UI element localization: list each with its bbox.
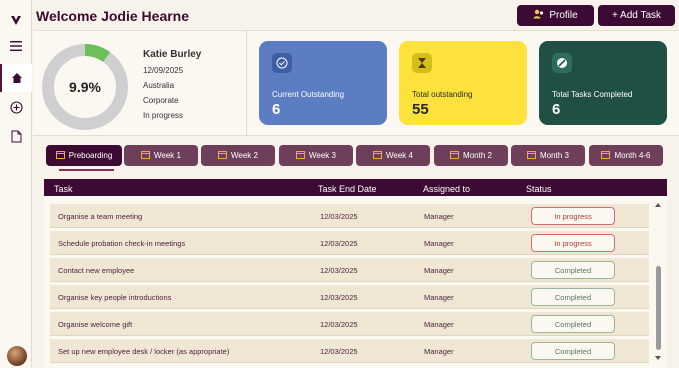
card-label: Current Outstanding	[272, 90, 345, 99]
task-table: Organise a team meeting 12/03/2025 Manag…	[44, 196, 667, 368]
tab-label: Month 2	[463, 151, 492, 160]
add-circle-icon[interactable]	[0, 93, 32, 121]
table-row[interactable]: Schedule probation check-in meetings 12/…	[50, 231, 649, 255]
column-header-status[interactable]: Status	[526, 184, 552, 194]
app-logo-icon[interactable]	[0, 6, 32, 34]
calendar-icon	[527, 150, 537, 161]
profile-button[interactable]: Profile	[517, 5, 594, 26]
status-badge: Completed	[531, 288, 615, 306]
scroll-down-arrow-icon[interactable]	[655, 356, 661, 360]
menu-icon[interactable]	[0, 32, 32, 60]
table-row[interactable]: Organise welcome gift 12/03/2025 Manager…	[50, 312, 649, 336]
task-assigned: Manager	[424, 320, 454, 329]
tab-label: Week 4	[386, 151, 413, 160]
tab-week-2[interactable]: Week 2	[201, 145, 275, 166]
calendar-icon	[296, 150, 305, 161]
page-title: Welcome Jodie Hearne	[36, 8, 190, 24]
card-value: 55	[412, 101, 429, 118]
tab-label: Week 3	[309, 151, 336, 160]
no-entry-icon	[552, 53, 572, 73]
task-name: Set up new employee desk / locker (as ap…	[58, 347, 230, 356]
table-row[interactable]: Set up new employee desk / locker (as ap…	[50, 339, 649, 363]
add-task-button-label: + Add Task	[611, 10, 662, 21]
calendar-icon	[141, 150, 150, 161]
scrollbar-thumb[interactable]	[656, 266, 661, 350]
tab-label: Week 1	[154, 151, 181, 160]
tab-month-2[interactable]: Month 2	[434, 145, 508, 166]
total-outstanding-card[interactable]: Total outstanding 55	[399, 41, 527, 125]
task-end-date: 12/03/2025	[320, 239, 358, 248]
task-name: Organise welcome gift	[58, 320, 133, 329]
task-name: Contact new employee	[58, 266, 135, 275]
card-label: Total outstanding	[412, 90, 473, 99]
column-header-end-date[interactable]: Task End Date	[318, 184, 377, 194]
employee-country: Australia	[143, 81, 175, 90]
card-value: 6	[552, 101, 561, 118]
current-outstanding-card[interactable]: Current Outstanding 6	[259, 41, 387, 125]
task-assigned: Manager	[424, 266, 454, 275]
status-badge: In progress	[531, 207, 615, 225]
employee-department: Corporate	[143, 96, 179, 105]
task-end-date: 12/03/2025	[320, 293, 358, 302]
tab-month-3[interactable]: Month 3	[511, 145, 585, 166]
check-circle-icon	[272, 53, 292, 73]
tab-week-1[interactable]: Week 1	[124, 145, 198, 166]
tab-label: Preboarding	[68, 151, 113, 160]
column-header-assigned[interactable]: Assigned to	[423, 184, 470, 194]
employee-date: 12/09/2025	[143, 66, 184, 75]
employee-name: Katie Burley	[143, 49, 202, 60]
table-row[interactable]: Organise a team meeting 12/03/2025 Manag…	[50, 204, 649, 228]
avatar[interactable]	[7, 346, 27, 366]
calendar-icon	[55, 150, 65, 161]
summary-divider	[246, 30, 247, 136]
progress-percent: 9.9%	[69, 79, 101, 95]
tab-label: Month 3	[540, 151, 569, 160]
task-end-date: 12/03/2025	[320, 266, 358, 275]
card-label: Total Tasks Completed	[552, 90, 633, 99]
user-icon	[533, 9, 544, 22]
column-header-task[interactable]: Task	[54, 184, 73, 194]
table-row[interactable]: Contact new employee 12/03/2025 Manager …	[50, 258, 649, 282]
active-tab-underline	[59, 169, 114, 171]
status-badge: Completed	[531, 342, 615, 360]
task-end-date: 12/03/2025	[320, 212, 358, 221]
tab-preboarding[interactable]: Preboarding	[46, 145, 122, 166]
tab-week-3[interactable]: Week 3	[279, 145, 353, 166]
tab-label: Month 4-6	[614, 151, 651, 160]
task-name: Schedule probation check-in meetings	[58, 239, 186, 248]
task-assigned: Manager	[424, 293, 454, 302]
table-header: Task Task End Date Assigned to Status	[44, 179, 667, 196]
table-row[interactable]: Organise key people introductions 12/03/…	[50, 285, 649, 309]
employee-status: In progress	[143, 111, 184, 120]
status-badge: Completed	[531, 261, 615, 279]
calendar-icon	[450, 150, 460, 161]
status-badge: Completed	[531, 315, 615, 333]
status-badge: In progress	[531, 234, 615, 252]
calendar-icon	[373, 150, 382, 161]
task-end-date: 12/03/2025	[320, 347, 358, 356]
card-value: 6	[272, 101, 281, 118]
sidebar	[0, 0, 32, 368]
tab-month-4-6[interactable]: Month 4-6	[589, 145, 663, 166]
total-completed-card[interactable]: Total Tasks Completed 6	[539, 41, 667, 125]
task-assigned: Manager	[424, 347, 454, 356]
task-assigned: Manager	[424, 239, 454, 248]
calendar-icon	[601, 150, 611, 161]
home-icon[interactable]	[0, 64, 32, 92]
tab-week-4[interactable]: Week 4	[356, 145, 430, 166]
table-scrollbar[interactable]	[654, 200, 663, 366]
pdf-document-icon[interactable]	[0, 122, 32, 150]
employee-details: Katie Burley 12/09/2025 Australia Corpor…	[143, 47, 201, 123]
task-end-date: 12/03/2025	[320, 320, 358, 329]
profile-button-label: Profile	[549, 10, 578, 21]
calendar-icon	[218, 150, 227, 161]
tab-label: Week 2	[231, 151, 258, 160]
task-name: Organise key people introductions	[58, 293, 172, 302]
hourglass-icon	[412, 53, 432, 73]
task-name: Organise a team meeting	[58, 212, 143, 221]
add-task-button[interactable]: + Add Task	[598, 5, 675, 26]
scroll-up-arrow-icon[interactable]	[655, 203, 661, 207]
task-assigned: Manager	[424, 212, 454, 221]
